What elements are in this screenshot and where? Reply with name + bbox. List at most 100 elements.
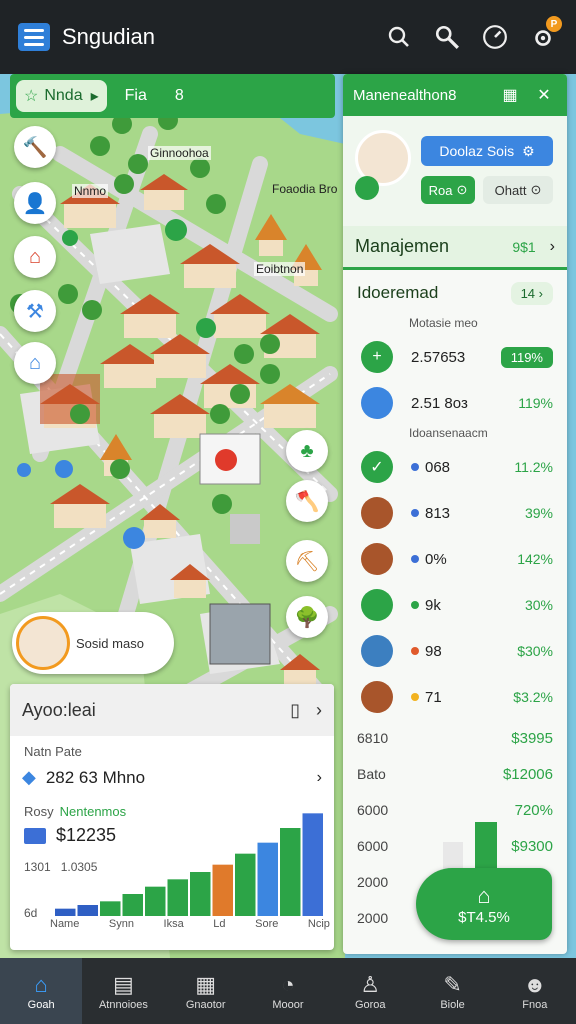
status-dot — [411, 601, 419, 609]
status-dot — [411, 693, 419, 701]
resource-value: 2.51 8oз — [411, 394, 468, 412]
build-icon[interactable]: ⚒ — [14, 290, 56, 332]
green-action-label: Roa — [428, 182, 453, 198]
nav-item-label: Mooor — [272, 999, 304, 1011]
nav-item-mooor[interactable]: ◔ Mooor — [247, 958, 329, 1024]
player-profile-tag[interactable]: Sosid maso — [12, 612, 174, 674]
person-icon: ♙ — [360, 972, 381, 997]
resource-value: 98 — [425, 642, 442, 660]
resource-row[interactable]: 9k 30% — [343, 582, 567, 628]
chart-bar — [167, 879, 188, 916]
nav-item-atnnoioes[interactable]: ▤ Atnnoioes — [82, 958, 164, 1024]
magnifier-icon[interactable] — [432, 22, 462, 52]
home-icon: ⌂ — [34, 972, 48, 997]
subsection-tag[interactable]: 14 › — [510, 281, 553, 305]
green-action-icon: ⊙ — [456, 182, 468, 197]
nav-item-label: Fnoa — [522, 999, 548, 1011]
app-title: Sngudian — [62, 24, 155, 49]
settings-icon[interactable]: P — [528, 16, 562, 52]
resources-subsection[interactable]: Idoeremad 14 › — [343, 270, 567, 316]
avatar-button[interactable]: 👤 — [14, 182, 56, 224]
house-icon[interactable]: ⌂ — [14, 236, 56, 278]
chart-category-label: Ncip — [307, 918, 330, 930]
plus-icon: + — [361, 341, 393, 373]
chart-bar — [235, 853, 256, 916]
player-avatar — [16, 616, 70, 670]
avatar-icon: 👤 — [22, 192, 48, 215]
search-icon[interactable] — [384, 22, 414, 52]
gray-action-button[interactable]: Ohatt ⊙ — [483, 176, 553, 204]
check-icon: ✓ — [361, 451, 393, 483]
copy-icon[interactable]: ▯ — [290, 700, 300, 721]
panel-header: Manenealthon8 ▦ ✕ — [343, 74, 567, 116]
green-action-button[interactable]: Roa ⊙ — [421, 176, 475, 204]
status-dot — [411, 463, 419, 471]
section-title: Manajemen — [355, 236, 450, 256]
nav-item-label: Atnnoioes — [98, 999, 148, 1011]
chart-category-label: Name — [50, 918, 80, 930]
chevron-right-icon[interactable]: › — [316, 700, 322, 721]
resource-row[interactable]: 813 39% — [343, 490, 567, 536]
map-label-district: Ginnoohoa — [148, 146, 211, 160]
resource-row[interactable]: 98 $30% — [343, 628, 567, 674]
resource-value: 068 — [425, 458, 451, 476]
chart-bar — [122, 894, 143, 916]
summary-fab[interactable]: ⌂ $T4.5% — [416, 868, 552, 940]
tree-tool-icon[interactable]: ♣ — [286, 430, 328, 472]
nav-item-goah[interactable]: ⌂ Goah — [0, 958, 83, 1024]
top-bar: Sngudian P — [0, 0, 576, 74]
resource-row[interactable]: ✓ 068 11.2% — [343, 444, 567, 490]
shop-icon[interactable]: ⌂ — [14, 342, 56, 384]
primary-action-label: Doolaz Sois — [439, 143, 515, 159]
nav-item-fnoa[interactable]: ☻ Fnoa — [494, 958, 576, 1024]
resource-value: 71 — [425, 688, 442, 706]
hammer-icon[interactable]: 🔨 — [14, 126, 56, 168]
chart-bar — [302, 813, 323, 916]
resource-row[interactable]: 2.51 8oз 119% — [343, 380, 567, 426]
resource-percent: 39% — [524, 505, 553, 521]
section-value: 9$1 — [512, 238, 536, 255]
filter-pill-first-label: Nnda — [44, 87, 83, 104]
nav-item-gnaotor[interactable]: ▦ Gnaotor — [165, 958, 247, 1024]
nav-item-label: Goroa — [354, 999, 386, 1011]
calendar-icon[interactable]: ▦ — [497, 85, 523, 105]
nav-item-goroa[interactable]: ♙ Goroa — [329, 958, 411, 1024]
chart-bar — [55, 908, 76, 916]
card-header: Ayoo:leai ▯ › — [10, 684, 334, 736]
filter-pill-third[interactable]: 8 — [165, 87, 194, 105]
resource-percent: 30% — [524, 597, 553, 613]
axis-tick-label: Bato — [357, 766, 386, 782]
star-icon: ☆ — [24, 88, 39, 105]
wallet-icon — [24, 827, 46, 844]
resource-row[interactable]: 0% 142% — [343, 536, 567, 582]
nav-item-label: Biole — [440, 999, 465, 1011]
shovel-icon[interactable]: ⛏ — [286, 540, 328, 582]
map-label-bay: Foaodia Bro — [272, 182, 338, 196]
chart-bar — [280, 828, 301, 916]
gray-action-icon: ⊙ — [530, 182, 542, 197]
resource-percent: 119% — [500, 346, 553, 368]
menu-button[interactable] — [18, 23, 50, 51]
edit-icon: ✎ — [443, 972, 462, 997]
compass-icon[interactable] — [480, 22, 510, 52]
filter-pill-second[interactable]: Fia — [115, 87, 157, 105]
resource-value: 9k — [425, 596, 441, 614]
plant-icon[interactable]: 🌳 — [286, 596, 328, 638]
management-section[interactable]: Manajemen 9$1 › — [343, 226, 567, 270]
axe-icon[interactable]: 🪓 — [286, 480, 328, 522]
resource-row[interactable]: +2.57653 119% — [343, 334, 567, 380]
primary-action-button[interactable]: Doolaz Sois ⚙ — [421, 136, 553, 166]
resource-percent: 11.2% — [514, 459, 553, 475]
panel-profile: Doolaz Sois ⚙ Roa ⊙ Ohatt ⊙ — [343, 116, 567, 226]
filter-pill-first[interactable]: ☆ Nnda ▸ — [16, 80, 107, 112]
close-icon[interactable]: ✕ — [531, 85, 557, 105]
axis-tick-label: 6810 — [357, 730, 389, 746]
resource-row[interactable]: 71 $3.2% — [343, 674, 567, 720]
chart-category-labels: Name Synn Iksa Ld Sore Ncip — [50, 918, 330, 930]
card-value-1: 282 63 Mhno — [45, 767, 146, 787]
card-value-row-1[interactable]: ◆ 282 63 Mhno › — [10, 759, 334, 796]
nav-item-biole[interactable]: ✎ Biole — [411, 958, 493, 1024]
chevron-icon — [361, 589, 393, 621]
card-label-2: Rosy — [24, 804, 54, 819]
circle-icon — [361, 635, 393, 667]
